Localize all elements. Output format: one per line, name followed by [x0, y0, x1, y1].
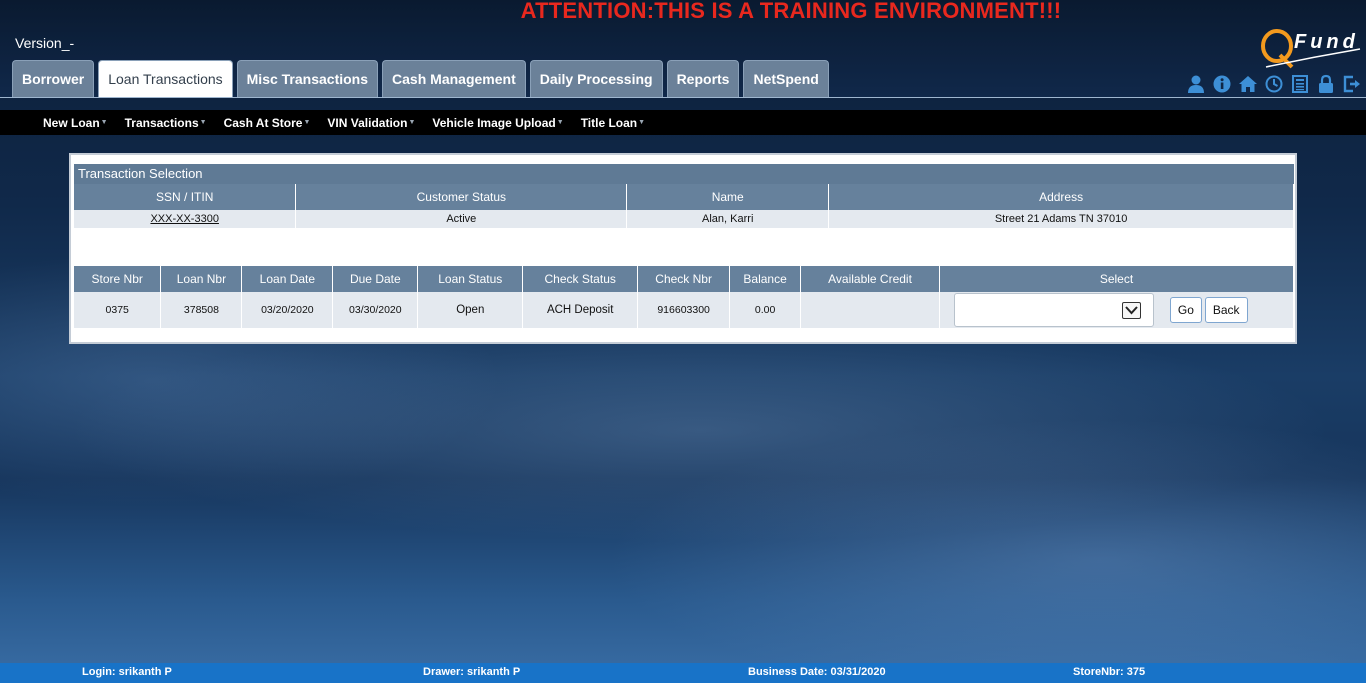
column-header-loan-date: Loan Date [241, 266, 334, 292]
column-header-name: Name [626, 184, 830, 210]
caret-down-icon: ▼ [638, 119, 646, 126]
loan-date-cell: 03/20/2020 [241, 292, 334, 328]
column-header-available-credit: Available Credit [800, 266, 940, 292]
column-header-ssn: SSN / ITIN [74, 184, 297, 210]
submenu-label: Transactions [124, 115, 199, 130]
check-nbr-cell: 916603300 [637, 292, 731, 328]
submenu-label: Vehicle Image Upload [432, 115, 556, 130]
caret-down-icon: ▼ [199, 119, 207, 126]
info-icon[interactable] [1212, 74, 1232, 94]
column-header-loan-status: Loan Status [417, 266, 524, 292]
loan-header-row: Store Nbr Loan Nbr Loan Date Due Date Lo… [74, 266, 1295, 292]
loan-status-cell: Open [417, 292, 524, 328]
main-tabs: Borrower Loan Transactions Misc Transact… [12, 60, 829, 97]
column-header-store-nbr: Store Nbr [74, 266, 162, 292]
submenu-transactions[interactable]: Transactions ▼ [125, 116, 207, 130]
calculator-icon[interactable] [1290, 74, 1310, 94]
customer-status-cell: Active [295, 210, 628, 228]
caret-down-icon: ▼ [303, 119, 311, 126]
column-header-select: Select [939, 266, 1295, 292]
tab-daily-processing[interactable]: Daily Processing [529, 60, 663, 97]
toolbar-icons [1186, 74, 1362, 94]
status-bar: Login: srikanth P Drawer: srikanth P Bus… [0, 663, 1366, 683]
transaction-type-select[interactable] [953, 293, 1154, 327]
app-header: ATTENTION:THIS IS A TRAINING ENVIRONMENT… [0, 0, 1366, 98]
tab-cash-management[interactable]: Cash Management [382, 60, 526, 97]
column-header-due-date: Due Date [332, 266, 419, 292]
balance-cell: 0.00 [729, 292, 802, 328]
caret-down-icon: ▼ [408, 119, 416, 126]
loan-table: Store Nbr Loan Nbr Loan Date Due Date Lo… [74, 266, 1295, 328]
submenu-title-loan[interactable]: Title Loan ▼ [581, 116, 645, 130]
loan-row: 0375 378508 03/20/2020 03/30/2020 Open A… [74, 292, 1295, 328]
tab-netspend[interactable]: NetSpend [743, 60, 829, 97]
customer-row: XXX-XX-3300 Active Alan, Karri Street 21… [74, 210, 1294, 228]
select-cell: Go Back [939, 292, 1295, 328]
tab-loan-transactions[interactable]: Loan Transactions [98, 60, 233, 97]
sub-menu-bar: New Loan ▼ Transactions ▼ Cash At Store ▼ V… [0, 110, 1366, 135]
submenu-label: Title Loan [580, 115, 638, 130]
home-icon[interactable] [1238, 74, 1258, 94]
submenu-vin-validation[interactable]: VIN Validation ▼ [327, 116, 415, 130]
panel-title: Transaction Selection [74, 164, 1294, 184]
submenu-cash-at-store[interactable]: Cash At Store ▼ [224, 116, 311, 130]
tab-misc-transactions[interactable]: Misc Transactions [236, 60, 379, 97]
user-icon[interactable] [1186, 74, 1206, 94]
version-label: Version_- [15, 35, 75, 51]
due-date-cell: 03/30/2020 [332, 292, 419, 328]
column-header-check-status: Check Status [522, 266, 639, 292]
lock-icon[interactable] [1316, 74, 1336, 94]
column-header-check-nbr: Check Nbr [637, 266, 731, 292]
training-banner: ATTENTION:THIS IS A TRAINING ENVIRONMENT… [520, 0, 1062, 23]
caret-down-icon: ▼ [556, 119, 564, 126]
column-header-loan-nbr: Loan Nbr [160, 266, 243, 292]
transaction-selection-panel: Transaction Selection SSN / ITIN Custome… [69, 153, 1297, 344]
ssn-link[interactable]: XXX-XX-3300 [150, 213, 218, 225]
go-button[interactable]: Go [1169, 297, 1202, 323]
submenu-label: New Loan [43, 115, 100, 130]
back-button[interactable]: Back [1204, 297, 1248, 323]
drawer-status: Drawer: srikanth P [423, 666, 521, 678]
customer-header-row: SSN / ITIN Customer Status Name Address [74, 184, 1294, 210]
ssn-cell: XXX-XX-3300 [74, 210, 297, 228]
column-header-address: Address [828, 184, 1294, 210]
store-nbr-cell: 0375 [74, 292, 162, 328]
store-number-status: StoreNbr: 375 [1073, 666, 1146, 678]
chevron-down-icon[interactable] [1121, 302, 1141, 319]
caret-down-icon: ▼ [100, 119, 108, 126]
submenu-label: VIN Validation [327, 115, 408, 130]
tab-borrower[interactable]: Borrower [12, 60, 95, 97]
customer-name-cell: Alan, Karri [626, 210, 830, 228]
submenu-label: Cash At Store [223, 115, 303, 130]
customer-table: SSN / ITIN Customer Status Name Address … [74, 184, 1294, 228]
available-credit-cell [800, 292, 940, 328]
column-header-balance: Balance [729, 266, 802, 292]
logout-icon[interactable] [1342, 74, 1362, 94]
logo-text: Fund [1294, 31, 1359, 53]
tab-reports[interactable]: Reports [666, 60, 740, 97]
submenu-vehicle-image-upload[interactable]: Vehicle Image Upload ▼ [432, 116, 563, 130]
customer-address-cell: Street 21 Adams TN 37010 [828, 210, 1294, 228]
loan-nbr-cell: 378508 [160, 292, 243, 328]
qfund-logo: Fund [1258, 27, 1362, 71]
submenu-new-loan[interactable]: New Loan ▼ [43, 116, 108, 130]
business-date-status: Business Date: 03/31/2020 [748, 666, 886, 678]
column-header-customer-status: Customer Status [295, 184, 628, 210]
login-status: Login: srikanth P [82, 666, 172, 678]
check-status-cell: ACH Deposit [522, 292, 639, 328]
clock-icon[interactable] [1264, 74, 1284, 94]
